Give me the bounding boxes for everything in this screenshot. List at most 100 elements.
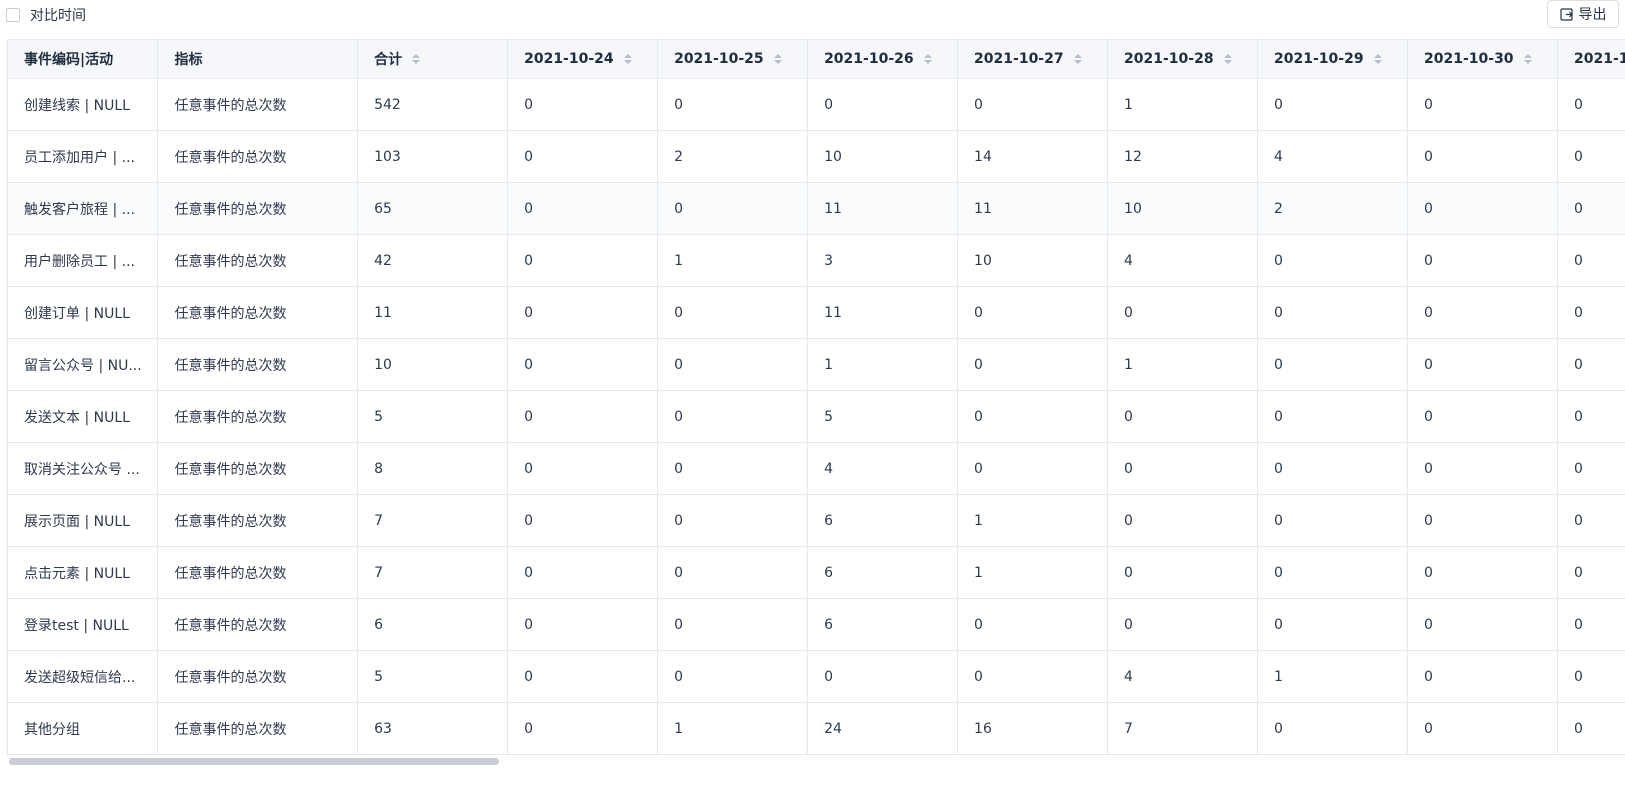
date-value-cell: 0 (1257, 338, 1408, 391)
date-value-cell: 0 (1407, 546, 1558, 599)
horizontal-scrollbar-thumb[interactable] (9, 758, 499, 765)
date-value-cell: 16 (957, 702, 1109, 755)
date-value-cell: 0 (657, 546, 809, 599)
date-value-cell: 0 (507, 598, 659, 651)
date-value-cell: 0 (507, 286, 659, 339)
column-header-date[interactable]: 2021-10-30 (1407, 39, 1558, 79)
table-row: 创建线索 | NULL 任意事件的总次数 542 0 0 0 0 1 0 0 0 (8, 78, 1625, 131)
date-value-cell: 0 (1407, 130, 1558, 183)
date-value-cell: 1 (657, 234, 809, 287)
date-value-cell: 0 (1557, 286, 1625, 339)
date-value-cell: 1 (957, 494, 1109, 547)
date-value-cell: 0 (1257, 546, 1408, 599)
date-value-cell: 0 (657, 286, 809, 339)
total-cell: 6 (357, 598, 509, 651)
date-value-cell: 0 (507, 494, 659, 547)
date-value-cell: 0 (1107, 390, 1259, 443)
total-cell: 7 (357, 546, 509, 599)
date-value-cell: 1 (1107, 78, 1259, 131)
sort-icon[interactable] (412, 54, 421, 64)
date-value-cell: 0 (1407, 494, 1558, 547)
date-value-cell: 11 (957, 182, 1109, 235)
metric-cell: 任意事件的总次数 (157, 494, 359, 547)
metric-cell: 任意事件的总次数 (157, 598, 359, 651)
column-header-date[interactable]: 2021-10-29 (1257, 39, 1408, 79)
date-value-cell: 0 (1257, 598, 1408, 651)
event-name-cell: 创建线索 | NULL (8, 78, 159, 131)
date-value-cell: 0 (957, 650, 1109, 703)
compare-time-label: 对比时间 (30, 8, 86, 24)
horizontal-scrollbar[interactable] (7, 756, 1625, 766)
table-body: 创建线索 | NULL 任意事件的总次数 542 0 0 0 0 1 0 0 0 员工添加用户 | .… (8, 78, 1625, 755)
event-name-cell: 触发客户旅程 | ... (8, 182, 159, 235)
metric-cell: 任意事件的总次数 (157, 546, 359, 599)
date-value-cell: 1 (1257, 650, 1408, 703)
event-name-cell: 员工添加用户 | ... (8, 130, 159, 183)
sort-icon[interactable] (773, 54, 782, 64)
table-row: 员工添加用户 | ... 任意事件的总次数 103 0 2 10 14 12 4 0 0 (8, 130, 1625, 183)
date-value-cell: 1 (1107, 338, 1259, 391)
date-value-cell: 10 (807, 130, 959, 183)
total-cell: 7 (357, 494, 509, 547)
date-value-cell: 0 (507, 130, 659, 183)
table-row: 留言公众号 | NU... 任意事件的总次数 10 0 0 1 0 1 0 0 0 (8, 338, 1625, 391)
date-value-cell: 0 (507, 650, 659, 703)
sort-icon[interactable] (1073, 54, 1082, 64)
date-value-cell: 0 (1407, 598, 1558, 651)
date-value-cell: 7 (1107, 702, 1259, 755)
metric-cell: 任意事件的总次数 (157, 286, 359, 339)
sort-icon[interactable] (623, 54, 632, 64)
date-value-cell: 0 (1557, 442, 1625, 495)
date-value-cell: 0 (1407, 702, 1558, 755)
table-row: 创建订单 | NULL 任意事件的总次数 11 0 0 11 0 0 0 0 0 (8, 286, 1625, 339)
date-value-cell: 1 (807, 338, 959, 391)
column-header-metric: 指标 (157, 39, 359, 79)
total-cell: 10 (357, 338, 509, 391)
column-header-date[interactable]: 2021-10-26 (807, 39, 959, 79)
sort-icon[interactable] (1523, 54, 1532, 64)
total-cell: 42 (357, 234, 509, 287)
date-value-cell: 0 (1107, 442, 1259, 495)
event-name-cell: 其他分组 (8, 702, 159, 755)
column-header-date[interactable]: 2021-10-24 (507, 39, 659, 79)
event-name-cell: 取消关注公众号 ... (8, 442, 159, 495)
metric-cell: 任意事件的总次数 (157, 130, 359, 183)
date-value-cell: 0 (1407, 650, 1558, 703)
export-label: 导出 (1578, 7, 1607, 23)
sort-icon[interactable] (923, 54, 932, 64)
date-value-cell: 0 (657, 338, 809, 391)
date-value-cell: 0 (1257, 234, 1408, 287)
column-header-date[interactable]: 2021-10-25 (657, 39, 809, 79)
table-row: 点击元素 | NULL 任意事件的总次数 7 0 0 6 1 0 0 0 0 (8, 546, 1625, 599)
date-value-cell: 0 (657, 494, 809, 547)
date-value-cell: 0 (1557, 390, 1625, 443)
data-table: 事件编码|活动 指标 合计 2021-10-24 2021-10-25 2021… (8, 39, 1625, 755)
date-value-cell: 24 (807, 702, 959, 755)
sort-icon[interactable] (1223, 54, 1232, 64)
compare-time-checkbox[interactable] (6, 8, 20, 22)
data-table-container: 事件编码|活动 指标 合计 2021-10-24 2021-10-25 2021… (7, 39, 1625, 755)
date-value-cell: 0 (957, 442, 1109, 495)
column-header-total[interactable]: 合计 (357, 39, 509, 79)
event-name-cell: 创建订单 | NULL (8, 286, 159, 339)
column-header-date[interactable]: 2021-10-31 (1557, 39, 1625, 79)
event-name-cell: 登录test | NULL (8, 598, 159, 651)
date-value-cell: 12 (1107, 130, 1259, 183)
table-row: 其他分组 任意事件的总次数 63 0 1 24 16 7 0 0 0 (8, 702, 1625, 755)
date-value-cell: 14 (957, 130, 1109, 183)
toolbar: 对比时间 导出 (0, 0, 1625, 38)
date-value-cell: 0 (1257, 286, 1408, 339)
date-value-cell: 0 (1557, 234, 1625, 287)
sort-icon[interactable] (1373, 54, 1382, 64)
date-value-cell: 0 (657, 390, 809, 443)
date-value-cell: 1 (657, 702, 809, 755)
compare-time-toggle[interactable]: 对比时间 (6, 5, 86, 25)
table-row: 登录test | NULL 任意事件的总次数 6 0 0 6 0 0 0 0 0 (8, 598, 1625, 651)
export-button[interactable]: 导出 (1547, 0, 1619, 28)
date-value-cell: 4 (1107, 650, 1259, 703)
date-value-cell: 0 (507, 546, 659, 599)
column-header-date[interactable]: 2021-10-27 (957, 39, 1109, 79)
date-value-cell: 0 (1557, 130, 1625, 183)
column-header-date[interactable]: 2021-10-28 (1107, 39, 1259, 79)
date-value-cell: 0 (1257, 442, 1408, 495)
